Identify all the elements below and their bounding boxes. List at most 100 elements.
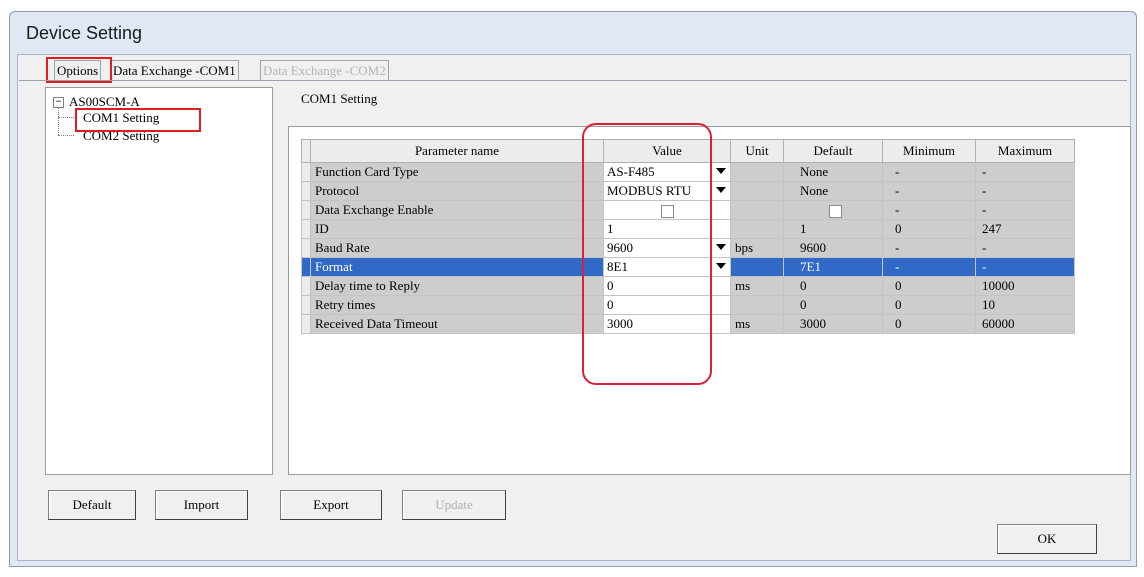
column-header-unit[interactable]: Unit	[730, 139, 784, 163]
dropdown-arrow-icon[interactable]	[716, 168, 726, 174]
parameter-grid: Parameter name Value Unit Default Minimu…	[288, 126, 1131, 475]
parameter-name-cell: Protocol	[310, 181, 604, 201]
maximum-cell: -	[975, 181, 1075, 201]
unit-cell	[730, 257, 784, 277]
maximum-cell: 60000	[975, 314, 1075, 334]
dropdown-arrow-icon[interactable]	[716, 187, 726, 193]
value-input[interactable]: 1	[607, 221, 614, 237]
default-cell: 9600	[783, 238, 883, 258]
tab-data-exchange-com2: Data Exchange -COM2	[260, 60, 389, 81]
value-cell[interactable]	[603, 200, 731, 220]
default-cell: 3000	[783, 314, 883, 334]
default-cell: 0	[783, 295, 883, 315]
minimum-cell: 0	[882, 314, 976, 334]
tab-data-exchange-com2-label: Data Exchange -COM2	[263, 63, 386, 78]
tree-connector	[58, 135, 74, 136]
maximum-cell: 10	[975, 295, 1075, 315]
unit-cell	[730, 200, 784, 220]
parameter-name-cell: ID	[310, 219, 604, 239]
maximum-cell: -	[975, 238, 1075, 258]
column-header-default[interactable]: Default	[783, 139, 883, 163]
maximum-cell: -	[975, 200, 1075, 220]
value-input[interactable]: 0	[607, 297, 614, 313]
dialog-body: Options Data Exchange -COM1 Data Exchang…	[17, 54, 1131, 561]
dropdown-arrow-icon[interactable]	[716, 263, 726, 269]
maximum-cell: 10000	[975, 276, 1075, 296]
export-button[interactable]: Export	[280, 490, 382, 520]
maximum-cell: 247	[975, 219, 1075, 239]
column-header-value[interactable]: Value	[603, 139, 731, 163]
dropdown-arrow-icon[interactable]	[716, 244, 726, 250]
import-button[interactable]: Import	[155, 490, 248, 520]
default-checkbox	[828, 204, 842, 218]
value-cell[interactable]: MODBUS RTU	[603, 181, 731, 201]
collapse-icon[interactable]: −	[53, 97, 64, 108]
minimum-cell: -	[882, 257, 976, 277]
device-setting-window: Device Setting Options Data Exchange -CO…	[9, 11, 1137, 567]
value-select[interactable]: 9600	[607, 240, 633, 256]
table-row[interactable]: Function Card Type AS-F485 None - -	[301, 162, 1075, 182]
tree-connector	[58, 117, 74, 118]
value-select[interactable]: MODBUS RTU	[607, 183, 691, 199]
unit-cell	[730, 219, 784, 239]
maximum-cell: -	[975, 162, 1075, 182]
row-header	[301, 181, 311, 201]
ok-button[interactable]: OK	[997, 524, 1097, 554]
minimum-cell: 0	[882, 219, 976, 239]
row-header	[301, 219, 311, 239]
value-cell[interactable]: 1	[603, 219, 731, 239]
table-row[interactable]: Delay time to Reply 0 ms 0 0 10000	[301, 276, 1075, 296]
table-row[interactable]: Protocol MODBUS RTU None - -	[301, 181, 1075, 201]
row-header	[301, 200, 311, 220]
row-header	[301, 238, 311, 258]
table-header: Parameter name Value Unit Default Minimu…	[301, 139, 1075, 163]
column-header-minimum[interactable]: Minimum	[882, 139, 976, 163]
com1-setting-highlight	[75, 108, 201, 132]
table-row[interactable]: Baud Rate 9600 bps 9600- -	[301, 238, 1075, 258]
value-cell[interactable]: AS-F485	[603, 162, 731, 182]
table-row[interactable]: Retry times 0 0 0 10	[301, 295, 1075, 315]
device-tree: − AS00SCM-A COM1 Setting COM2 Setting	[45, 87, 273, 475]
default-button[interactable]: Default	[48, 490, 136, 520]
default-cell: None	[783, 181, 883, 201]
parameter-name-cell: Received Data Timeout	[310, 314, 604, 334]
row-header	[301, 314, 311, 334]
value-input[interactable]: 0	[607, 278, 614, 294]
tab-data-exchange-com1[interactable]: Data Exchange -COM1	[110, 60, 239, 81]
unit-cell: ms	[730, 314, 784, 334]
minimum-cell: -	[882, 181, 976, 201]
value-cell[interactable]: 3000	[603, 314, 731, 334]
default-cell: 0	[783, 276, 883, 296]
table-row[interactable]: Format 8E1 7E1- -	[301, 257, 1075, 277]
parameter-name-cell: Baud Rate	[310, 238, 604, 258]
parameter-table: Parameter name Value Unit Default Minimu…	[301, 139, 1075, 334]
unit-cell: ms	[730, 276, 784, 296]
default-cell	[783, 200, 883, 220]
value-cell[interactable]: 0	[603, 295, 731, 315]
unit-cell	[730, 181, 784, 201]
unit-cell	[730, 162, 784, 182]
value-cell[interactable]: 8E1	[603, 257, 731, 277]
unit-cell	[730, 295, 784, 315]
column-header-maximum[interactable]: Maximum	[975, 139, 1075, 163]
row-header	[301, 295, 311, 315]
value-select[interactable]: 8E1	[607, 259, 628, 275]
data-exchange-enable-checkbox[interactable]	[660, 204, 674, 218]
default-cell: None	[783, 162, 883, 182]
parameter-name-cell: Delay time to Reply	[310, 276, 604, 296]
table-row[interactable]: Data Exchange Enable - -	[301, 200, 1075, 220]
tree-connector	[58, 108, 59, 135]
column-header-parameter-name[interactable]: Parameter name	[310, 139, 604, 163]
minimum-cell: -	[882, 238, 976, 258]
table-row[interactable]: ID 1 1 0 247	[301, 219, 1075, 239]
parameter-name-cell: Data Exchange Enable	[310, 200, 604, 220]
value-cell[interactable]: 0	[603, 276, 731, 296]
value-cell[interactable]: 9600	[603, 238, 731, 258]
default-cell: 1	[783, 219, 883, 239]
parameter-name-cell: Retry times	[310, 295, 604, 315]
table-row[interactable]: Received Data Timeout 3000 ms 3000 0 60000	[301, 314, 1075, 334]
update-button: Update	[402, 490, 506, 520]
value-select[interactable]: AS-F485	[607, 164, 655, 180]
tab-data-exchange-com1-label: Data Exchange -COM1	[113, 63, 236, 78]
value-input[interactable]: 3000	[607, 316, 633, 332]
